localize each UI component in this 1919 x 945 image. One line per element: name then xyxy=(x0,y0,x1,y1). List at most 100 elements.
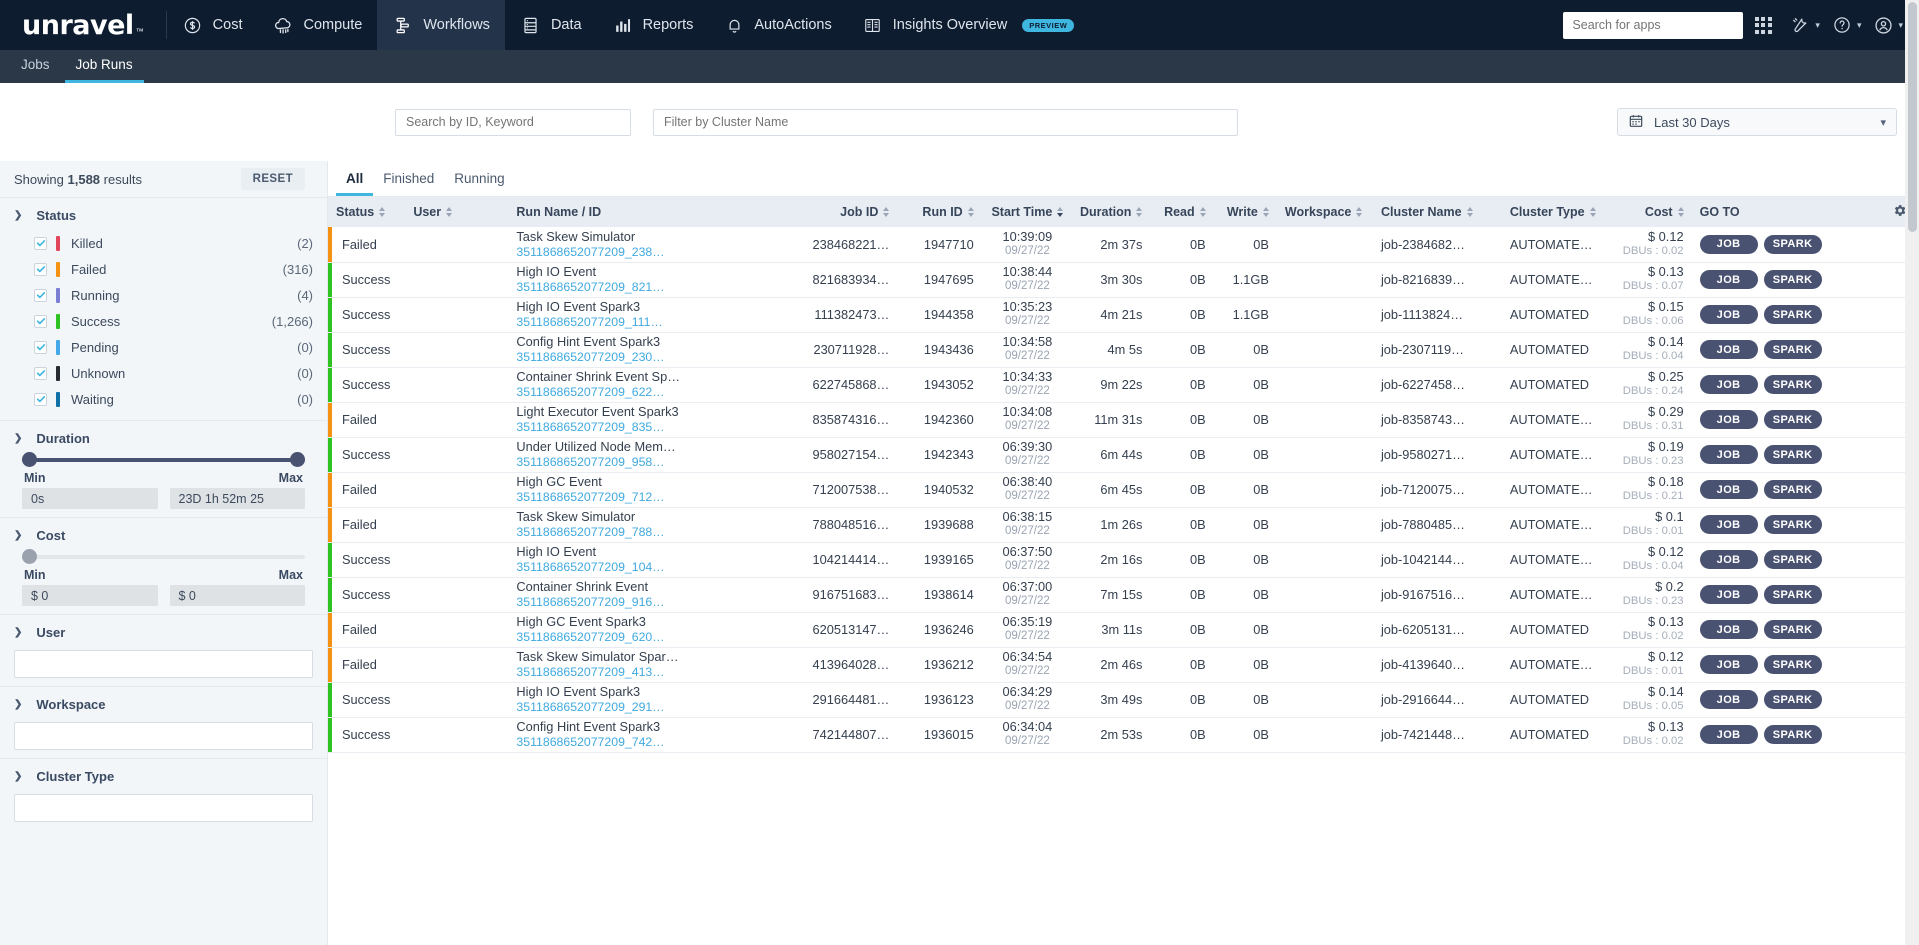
cluster-type-section-header[interactable]: ❯ Cluster Type xyxy=(14,769,313,784)
duration-section-header[interactable]: ❯ Duration xyxy=(14,431,313,446)
goto-spark-button[interactable]: SPARK xyxy=(1763,620,1822,639)
goto-spark-button[interactable]: SPARK xyxy=(1763,585,1822,604)
checkbox-waiting[interactable] xyxy=(34,392,47,406)
goto-job-button[interactable]: JOB xyxy=(1699,725,1758,744)
goto-spark-button[interactable]: SPARK xyxy=(1763,480,1822,499)
checkbox-running[interactable] xyxy=(34,288,47,302)
table-row[interactable]: Failed High GC Event Spark3 35118686520772… xyxy=(328,612,1919,648)
table-row[interactable]: Failed Light Executor Event Spark3 3511868… xyxy=(328,402,1919,438)
sort-icon-user[interactable] xyxy=(446,207,453,217)
table-row[interactable]: Success Config Hint Event Spark3 351186865… xyxy=(328,332,1919,368)
run-id-link[interactable]: 3511868652077209_111… xyxy=(516,314,791,330)
run-id-link[interactable]: 3511868652077209_230… xyxy=(516,349,791,365)
apps-grid-icon[interactable] xyxy=(1746,7,1780,43)
sort-icon-read[interactable] xyxy=(1199,207,1206,217)
run-id-link[interactable]: 3511868652077209_835… xyxy=(516,419,791,435)
page-scrollbar[interactable] xyxy=(1905,0,1919,945)
run-id-link[interactable]: 3511868652077209_742… xyxy=(516,734,791,750)
checkbox-failed[interactable] xyxy=(34,262,47,276)
scrollbar-thumb[interactable] xyxy=(1908,2,1917,232)
date-range-selector[interactable]: Last 30 Days ▾ xyxy=(1617,108,1897,136)
workspace-filter-input[interactable] xyxy=(14,722,313,750)
user-section-header[interactable]: ❯ User xyxy=(14,625,313,640)
tab-running[interactable]: Running xyxy=(444,171,514,196)
column-header-job_id[interactable]: Job ID xyxy=(798,197,898,227)
goto-spark-button[interactable]: SPARK xyxy=(1763,305,1822,324)
run-id-link[interactable]: 3511868652077209_413… xyxy=(516,664,791,680)
sort-icon-write[interactable] xyxy=(1262,207,1269,217)
table-row[interactable]: Success High IO Event Spark3 3511868652077… xyxy=(328,297,1919,333)
status-filter-row[interactable]: Killed (2) xyxy=(14,230,313,256)
run-id-link[interactable]: 3511868652077209_712… xyxy=(516,489,791,505)
goto-job-button[interactable]: JOB xyxy=(1699,550,1758,569)
goto-job-button[interactable]: JOB xyxy=(1699,585,1758,604)
chevron-down-icon-tools[interactable]: ▾ xyxy=(1815,20,1820,31)
table-row[interactable]: Success Under Utilized Node Mem… 351186865… xyxy=(328,437,1919,473)
goto-spark-button[interactable]: SPARK xyxy=(1763,655,1822,674)
search-id-keyword-input[interactable] xyxy=(395,108,631,136)
sort-icon-status[interactable] xyxy=(379,207,386,217)
filter-cluster-name-input[interactable] xyxy=(653,108,1238,136)
table-row[interactable]: Success High IO Event Spark3 3511868652077… xyxy=(328,682,1919,718)
status-filter-row[interactable]: Success (1,266) xyxy=(14,308,313,334)
table-row[interactable]: Success Container Shrink Event Sp… 3511868… xyxy=(328,367,1919,403)
table-row[interactable]: Failed Task Skew Simulator Spar… 351186865… xyxy=(328,647,1919,683)
column-header-duration[interactable]: Duration xyxy=(1073,197,1151,227)
column-header-cluster_type[interactable]: Cluster Type xyxy=(1501,197,1601,227)
help-circle-icon[interactable] xyxy=(1825,7,1859,43)
nav-item-compute[interactable]: Compute xyxy=(257,0,377,50)
status-filter-row[interactable]: Running (4) xyxy=(14,282,313,308)
goto-spark-button[interactable]: SPARK xyxy=(1763,340,1822,359)
table-row[interactable]: Failed Task Skew Simulator 351186865207720… xyxy=(328,507,1919,543)
column-header-cost[interactable]: Cost xyxy=(1600,197,1692,227)
duration-slider-knob[interactable] xyxy=(22,452,37,467)
run-id-link[interactable]: 3511868652077209_821… xyxy=(516,279,791,295)
nav-item-workflows[interactable]: Workflows xyxy=(377,0,505,50)
column-header-status[interactable]: Status xyxy=(328,197,406,227)
run-id-link[interactable]: 3511868652077209_104… xyxy=(516,559,791,575)
duration-max-value[interactable]: 23D 1h 52m 25 xyxy=(169,488,305,509)
goto-job-button[interactable]: JOB xyxy=(1699,375,1758,394)
goto-job-button[interactable]: JOB xyxy=(1699,270,1758,289)
table-row[interactable]: Success Config Hint Event Spark3 351186865… xyxy=(328,717,1919,753)
table-row[interactable]: Failed Task Skew Simulator 351186865207720… xyxy=(328,227,1919,263)
goto-spark-button[interactable]: SPARK xyxy=(1763,410,1822,429)
goto-spark-button[interactable]: SPARK xyxy=(1763,375,1822,394)
goto-job-button[interactable]: JOB xyxy=(1699,620,1758,639)
chevron-down-icon-help[interactable]: ▾ xyxy=(1857,20,1862,31)
nav-item-data[interactable]: Data xyxy=(505,0,597,50)
table-row[interactable]: Success High IO Event 3511868652077209_821… xyxy=(328,262,1919,298)
column-header-user[interactable]: User xyxy=(405,197,509,227)
run-id-link[interactable]: 3511868652077209_916… xyxy=(516,594,791,610)
chevron-down-icon-daterange[interactable]: ▾ xyxy=(1880,116,1886,129)
status-filter-row[interactable]: Failed (316) xyxy=(14,256,313,282)
goto-job-button[interactable]: JOB xyxy=(1699,340,1758,359)
goto-spark-button[interactable]: SPARK xyxy=(1763,725,1822,744)
duration-slider-knob-max[interactable] xyxy=(290,452,305,467)
table-row[interactable]: Success Container Shrink Event 35118686520… xyxy=(328,577,1919,613)
user-filter-input[interactable] xyxy=(14,650,313,678)
checkbox-pending[interactable] xyxy=(34,340,47,354)
checkbox-unknown[interactable] xyxy=(34,366,47,380)
chevron-down-icon-user[interactable]: ▾ xyxy=(1898,20,1903,31)
table-row[interactable]: Failed High GC Event 3511868652077209_712…… xyxy=(328,472,1919,508)
goto-spark-button[interactable]: SPARK xyxy=(1763,234,1822,254)
sort-icon-workspace[interactable] xyxy=(1356,207,1363,217)
goto-job-button[interactable]: JOB xyxy=(1699,305,1758,324)
table-row[interactable]: Success High IO Event 3511868652077209_104… xyxy=(328,542,1919,578)
subtab-job-runs[interactable]: Job Runs xyxy=(64,57,144,83)
sort-icon-start_time[interactable] xyxy=(1057,207,1064,217)
cluster-type-filter-input[interactable] xyxy=(14,794,313,822)
goto-job-button[interactable]: JOB xyxy=(1699,690,1758,709)
workspace-section-header[interactable]: ❯ Workspace xyxy=(14,697,313,712)
goto-spark-button[interactable]: SPARK xyxy=(1763,270,1822,289)
goto-spark-button[interactable]: SPARK xyxy=(1763,445,1822,464)
run-id-link[interactable]: 3511868652077209_620… xyxy=(516,629,791,645)
sort-icon-cluster_type[interactable] xyxy=(1589,207,1596,217)
duration-min-value[interactable]: 0s xyxy=(22,488,158,509)
checkbox-success[interactable] xyxy=(34,314,47,328)
cost-min-value[interactable]: $ 0 xyxy=(22,585,158,606)
column-header-workspace[interactable]: Workspace xyxy=(1276,197,1373,227)
nav-item-autoactions[interactable]: AutoActions xyxy=(708,0,846,50)
reset-filters-button[interactable]: RESET xyxy=(240,168,305,190)
